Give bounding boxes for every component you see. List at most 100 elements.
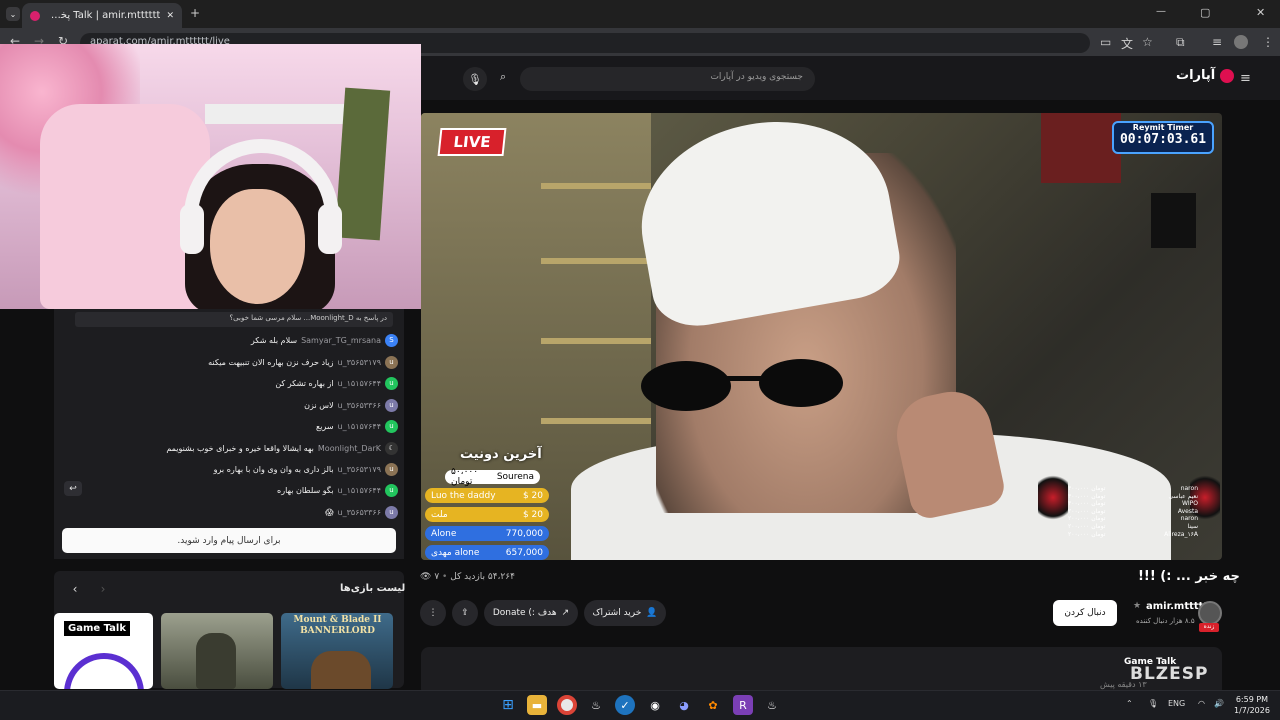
hamburger-menu-icon[interactable]: ≡ [1240,71,1251,86]
menu-kebab-icon[interactable]: ⋮ [1262,35,1274,49]
close-window-button[interactable]: ✕ [1256,6,1265,19]
game-card[interactable] [161,613,273,689]
donate-button[interactable]: ↗ هدف :) Donate [484,600,578,626]
leaderboard-row: ۳۰۰،۰۰۰ تومان naron [1068,485,1198,493]
steam-icon-2[interactable]: ♨ [762,695,782,715]
donor-name: Luo the daddy [431,490,496,501]
verified-star-icon: ★ [1133,601,1142,611]
chat-avatar[interactable]: u [385,376,398,390]
chat-message: ☾ Moonlight_DarK بهه ایشالا واقعا خیره و خ… [60,439,398,457]
leaderboard-amount: ۲۰۰،۰۰۰ تومان [1068,530,1106,538]
extensions-icon[interactable]: ⧉ [1176,35,1185,50]
reading-list-icon[interactable]: ≡ [1212,35,1222,49]
new-tab-button[interactable]: + [190,6,200,20]
watermark: BLZESP [1130,664,1209,684]
chat-avatar[interactable]: ☾ [385,441,398,455]
tab-title: Talk | amir.mtttttt پخش زنده [46,10,161,21]
eye-icon: 👁 [420,572,432,582]
chat-message: u u_۱۵۱۵۷۶۴۴ بگو سلطان بهاره [60,481,398,499]
windows-start-icon[interactable]: ⊞ [498,695,518,715]
vpn-icon[interactable]: ✓ [615,695,635,715]
chat-avatar[interactable]: u [385,505,398,519]
maximize-button[interactable]: ▢ [1200,6,1210,19]
chat-avatar[interactable]: u [385,462,398,476]
leaderboard-row: ۲۰۰،۰۰۰ تومان Alireza_۱۶A [1068,531,1198,539]
system-clock[interactable]: 6:59 PM 1/7/2026 [1234,694,1270,716]
chat-avatar[interactable]: u [385,398,398,412]
chat-text: 😱 [325,507,334,517]
tab-close-icon[interactable]: ✕ [166,11,174,21]
subscribe-label: خرید اشتراک [592,608,642,618]
steam-icon[interactable]: ♨ [586,695,606,715]
games-next-button[interactable]: › [94,580,112,598]
tray-mic-icon[interactable]: 🎙 [1148,699,1158,708]
chat-username[interactable]: u_۳۵۶۵۳۳۶۶ [338,401,381,410]
chat-username[interactable]: u_۱۵۱۵۷۶۴۴ [338,486,381,495]
chat-username[interactable]: u_۳۵۶۵۳۱۷۹ [338,358,381,367]
chat-avatar[interactable]: S [385,333,398,347]
channel-avatar[interactable] [1198,601,1222,625]
translate-icon[interactable]: 文 [1121,35,1133,52]
subscribe-button[interactable]: 👤 خرید اشتراک [584,600,666,626]
wifi-icon[interactable]: ◠ [1198,699,1205,708]
chat-message: u u_۳۵۶۵۳۳۶۶ لاس نزن [60,396,398,414]
aparat-logo[interactable]: آپارات [1176,68,1234,83]
leaderboard-row: ۳۰۰،۰۰۰ تومان WIPO [1068,500,1198,508]
leaderboard-amount: ۳۰۰،۰۰۰ تومان [1068,485,1106,492]
more-options-button[interactable]: ⋮ [420,600,446,626]
chat-username[interactable]: u_۳۵۶۵۳۱۷۹ [338,465,381,474]
live-badge: LIVE [437,128,507,156]
browser-tab[interactable]: Talk | amir.mtttttt پخش زنده ✕ [22,3,182,28]
chat-message: u u_۱۵۱۵۷۶۴۴ از بهاره تشکر کن [60,374,398,392]
chat-username[interactable]: Moonlight_DarK [318,444,381,453]
chat-avatar[interactable]: u [385,419,398,433]
top-donor-row: Luo the daddy $ 20 [425,488,549,503]
donor-amount: $ 20 [522,509,543,520]
voice-search-icon[interactable]: 🎙 [463,67,487,91]
soldier-graphic [196,633,236,689]
chat-text: سلام بله شکر [250,335,298,345]
reply-icon[interactable]: ↩ [64,481,82,496]
chat-username[interactable]: u_۱۵۱۵۷۶۴۴ [338,379,381,388]
chat-username[interactable]: Samyar_TG_mrsana [301,336,381,345]
wall-banner [334,87,391,241]
profile-avatar[interactable] [1234,35,1248,49]
last-donate-title: آخرین دونیت [460,447,542,462]
games-prev-button[interactable]: ‹ [66,580,84,598]
bookmark-star-icon[interactable]: ☆ [1142,35,1153,49]
app-icon[interactable]: ✿ [703,695,723,715]
leaderboard-row: ۲۰۰،۰۰۰ تومان naron [1068,515,1198,523]
leaderboard-name: WIPO [1181,500,1198,508]
cast-icon[interactable]: ▭ [1100,35,1111,49]
discord-icon[interactable]: ◕ [674,695,694,715]
chat-text: بهه ایشالا واقعا خیره و خبرای خوب بشنویم… [166,443,314,453]
chat-login-input[interactable]: برای ارسال پیام وارد شوید. [62,528,396,553]
share-button[interactable]: ⇪ [452,600,478,626]
poster [1151,193,1196,248]
leaderboard-amount: ۳۰۰،۰۰۰ تومان [1068,492,1106,500]
keyboard-language[interactable]: ENG [1168,699,1185,708]
leaderboard-row: ۲۰۰،۰۰۰ تومان Avesta [1068,508,1198,516]
volume-icon[interactable]: 🔊 [1214,699,1224,708]
leaderboard-name: naron [1180,485,1198,492]
r-app-icon[interactable]: R [733,695,753,715]
chat-username[interactable]: u_۳۵۶۵۳۳۶۶ [338,508,381,517]
search-input[interactable]: جستجوی ویدیو در آپارات [520,67,815,91]
file-explorer-icon[interactable]: ▬ [527,695,547,715]
follow-button[interactable]: دنبال کردن [1053,600,1117,626]
chrome-icon[interactable] [557,695,577,715]
chat-avatar[interactable]: u [385,483,398,497]
tray-expand-icon[interactable]: ⌃ [1126,699,1133,708]
windows-taskbar [0,690,1280,720]
obs-icon[interactable]: ◉ [645,695,665,715]
minimize-button[interactable]: — [1156,6,1166,17]
shelf [541,418,651,424]
reply-preview[interactable]: در پاسخ به Moonlight_D... سلام مرسی شما … [75,312,393,327]
tab-list-button[interactable]: ⌄ [6,7,20,21]
search-icon[interactable]: ⌕ [500,70,506,84]
video-title: چه خبر ... :) !!! [1138,569,1240,584]
chat-username[interactable]: u_۱۵۱۵۷۶۴۴ [338,422,381,431]
background-shelf [205,104,345,124]
channel-live-tag: زنده [1199,623,1219,632]
chat-avatar[interactable]: u [385,355,398,369]
